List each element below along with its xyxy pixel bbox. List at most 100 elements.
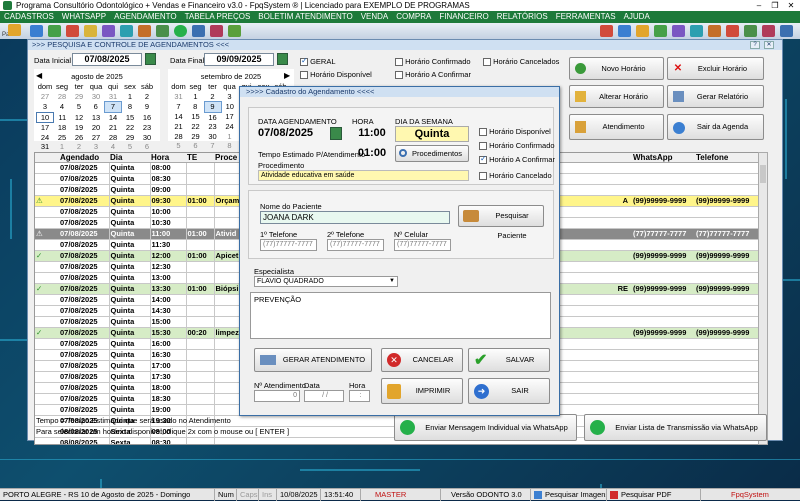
sair-button[interactable]: SAIR ➜ (468, 378, 550, 404)
filter-horario-confirmado[interactable]: Horário Confirmado (395, 57, 471, 67)
tool-icon[interactable] (708, 25, 721, 37)
tool-icon[interactable] (30, 25, 43, 37)
tool-icon[interactable] (138, 25, 151, 37)
hora-value[interactable]: 11:00 (352, 126, 392, 141)
calendar-day[interactable]: 22 (122, 123, 139, 133)
calendar-day[interactable]: 7 (204, 141, 221, 151)
sair-da-agenda-button[interactable]: Sair da Agenda (667, 114, 764, 140)
calendar-day[interactable]: 17 (221, 112, 238, 122)
menu-agendamento[interactable]: AGENDAMENTO (110, 11, 181, 23)
enviar-lista-whatsapp-button[interactable]: Enviar Lista de Transmissão via WhatsApp (584, 414, 767, 441)
tool-icon[interactable] (210, 25, 223, 37)
procedimentos-button[interactable]: Procedimentos (395, 145, 469, 162)
calendar-icon[interactable] (145, 53, 156, 65)
tool-icon[interactable] (762, 25, 775, 37)
patient-icon[interactable] (8, 24, 21, 36)
disponivel-checkbox[interactable] (479, 128, 487, 137)
filter-horario-a-confirmar[interactable]: Horário A Confirmar (395, 70, 471, 80)
calendar-day[interactable]: 23 (139, 123, 156, 133)
pesquisar-pdf-button[interactable]: Pesquisar PDF (606, 489, 700, 501)
calendar-day[interactable]: 12 (71, 112, 88, 123)
menu-compra[interactable]: COMPRA (392, 11, 435, 23)
calendar-day[interactable]: 21 (105, 123, 122, 133)
grid-scrollbar[interactable] (758, 152, 768, 445)
a-confirmar-checkbox[interactable] (479, 154, 487, 165)
calendar-day[interactable]: 16 (139, 112, 156, 123)
novo-horario-button[interactable]: Novo Horário (569, 57, 664, 80)
tool-icon[interactable] (228, 25, 241, 37)
calendar-day[interactable]: 28 (54, 92, 71, 102)
menu-ajuda[interactable]: AJUDA (620, 11, 654, 23)
window-close-button[interactable]: ✕ (764, 41, 774, 49)
minimize-button[interactable]: – (752, 0, 766, 11)
calendar-day[interactable]: 8 (122, 102, 139, 113)
tool-icon[interactable] (744, 25, 757, 37)
menu-cadastros[interactable]: CADASTROS (0, 11, 58, 23)
calendar-day[interactable]: 22 (187, 122, 204, 132)
nome-paciente-field[interactable]: JOANA DARK (260, 211, 450, 224)
calendar-day[interactable]: 24 (37, 133, 54, 143)
calendar-day[interactable]: 28 (170, 132, 187, 142)
menu-venda[interactable]: VENDA (357, 11, 393, 23)
gerar-atendimento-button[interactable]: GERAR ATENDIMENTO (254, 348, 372, 372)
tool-icon[interactable] (66, 25, 79, 37)
whatsapp-icon[interactable] (174, 25, 187, 37)
filter-horario-cancelados[interactable]: Horário Cancelados (483, 57, 559, 67)
calendar-day[interactable]: 2 (71, 142, 88, 152)
excluir-horario-button[interactable]: Excluir Horário ✕ (667, 57, 764, 80)
calendar-day[interactable]: 1 (187, 92, 204, 102)
calendar-day[interactable]: 29 (71, 92, 88, 102)
calendar-day[interactable]: 23 (204, 122, 221, 132)
calendar-day[interactable]: 7 (170, 102, 187, 113)
calendar-day[interactable]: 2 (204, 92, 221, 102)
next-month-icon[interactable]: ▶ (284, 71, 290, 80)
cancelar-button[interactable]: CANCELAR ✕ (381, 348, 463, 372)
menu-boletim-atendimento[interactable]: BOLETIM ATENDIMENTO (254, 11, 356, 23)
calendar-day[interactable]: 7 (104, 101, 122, 113)
header-hora[interactable]: Hora (150, 153, 186, 163)
calendar-day[interactable]: 21 (170, 122, 187, 132)
calendar-day[interactable]: 14 (105, 112, 122, 123)
calendar-day[interactable]: 27 (37, 92, 54, 102)
horario-a-confirmar-checkbox[interactable] (395, 71, 403, 80)
data-final-field[interactable]: 09/09/2025 (204, 53, 274, 66)
calendar-day[interactable]: 3 (88, 142, 105, 152)
calendar-day[interactable]: 11 (54, 112, 71, 123)
filter-geral[interactable]: GERAL (300, 56, 336, 67)
calendar-day[interactable]: 9 (203, 101, 222, 113)
status-confirmado[interactable]: Horário Confirmado (479, 141, 555, 151)
horario-confirmado-checkbox[interactable] (395, 58, 403, 67)
calendar-day[interactable]: 6 (88, 102, 105, 113)
confirmado-checkbox[interactable] (479, 142, 487, 151)
calendar-day[interactable]: 29 (187, 132, 204, 142)
calendar-day[interactable]: 18 (54, 123, 71, 133)
calendar-day[interactable]: 30 (204, 132, 221, 142)
calendar-day[interactable]: 13 (88, 112, 105, 123)
tool-icon[interactable] (618, 25, 631, 37)
calendar-day[interactable]: 24 (221, 122, 238, 132)
tool-icon[interactable] (726, 25, 739, 37)
calendar-day[interactable]: 3 (37, 102, 54, 113)
menu-tabela-precos[interactable]: TABELA PREÇOS (181, 11, 255, 23)
calendar-day[interactable]: 20 (88, 123, 105, 133)
menu-financeiro[interactable]: FINANCEIRO (435, 11, 492, 23)
menu-ferramentas[interactable]: FERRAMENTAS (552, 11, 620, 23)
calendar-day[interactable]: 31 (105, 92, 122, 102)
calendar-day[interactable]: 6 (139, 142, 156, 152)
horario-disponivel-checkbox[interactable] (300, 71, 308, 80)
enviar-individual-whatsapp-button[interactable]: Enviar Mensagem Individual via WhatsApp (394, 414, 577, 441)
tool-icon[interactable] (84, 25, 97, 37)
tool-icon[interactable] (600, 25, 613, 37)
menu-whatsapp[interactable]: WHATSAPP (58, 11, 110, 23)
calendar-day[interactable]: 31 (37, 142, 54, 152)
celular-field[interactable]: (77)77777-7777 (394, 239, 451, 251)
header-whatsapp[interactable]: WhatsApp (632, 153, 695, 163)
header-te[interactable]: TE (186, 153, 214, 163)
especialista-select[interactable]: FLAVIO QUADRADO ▼ (254, 276, 398, 287)
header-telefone[interactable]: Telefone (695, 153, 758, 163)
calendar-day[interactable]: 31 (170, 92, 187, 102)
calendar-day[interactable]: 17 (37, 123, 54, 133)
calendar-day[interactable]: 8 (187, 102, 204, 113)
calendar-day[interactable]: 10 (36, 111, 54, 123)
calendar-day[interactable]: 25 (54, 133, 71, 143)
